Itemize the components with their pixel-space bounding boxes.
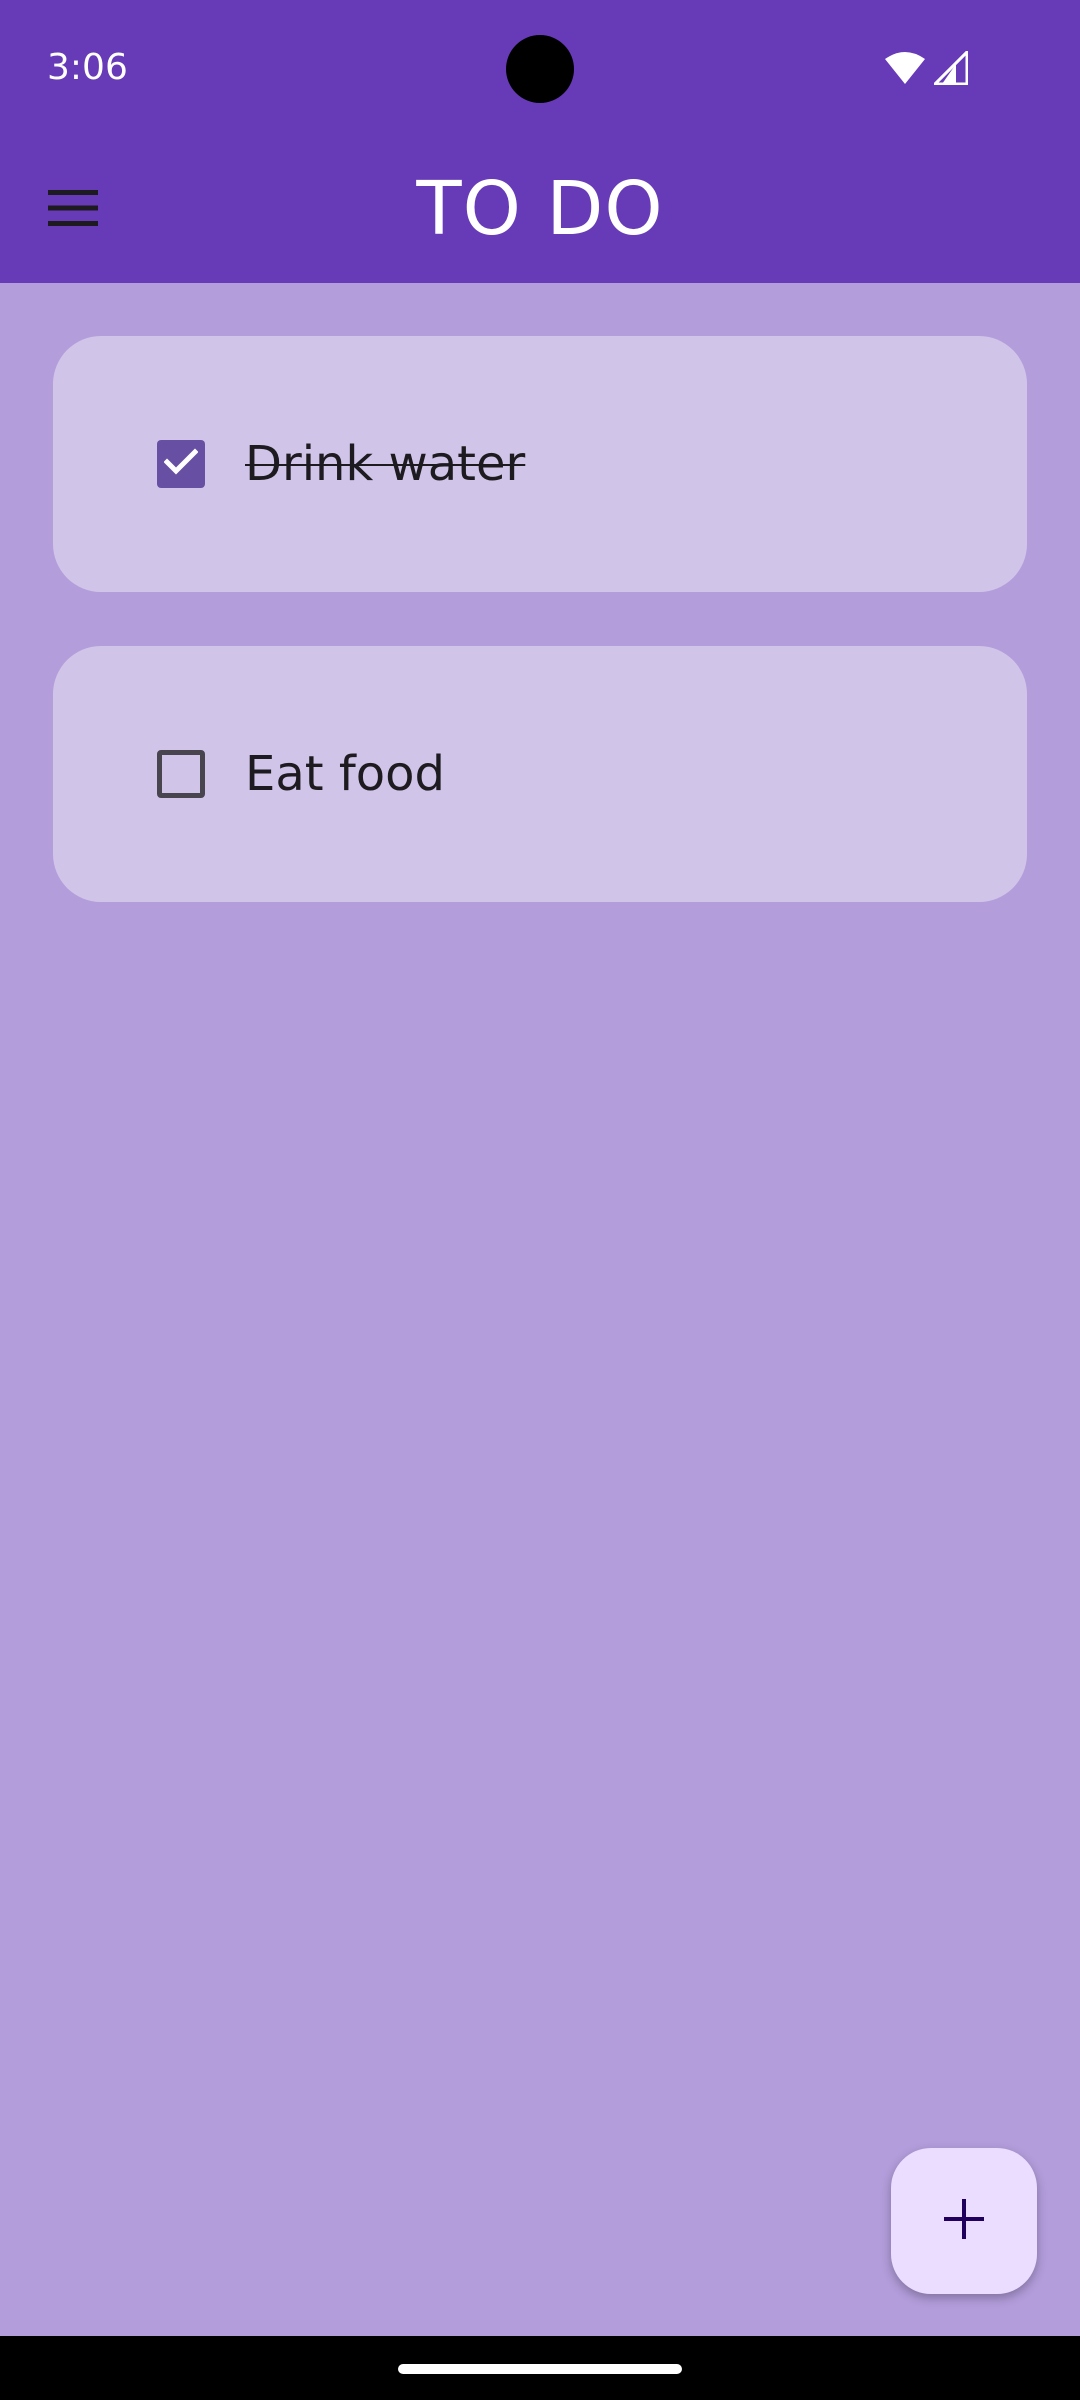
add-task-button[interactable] [891,2148,1037,2294]
plus-icon [944,2199,984,2243]
task-card-eat-food[interactable]: Eat food [53,646,1027,902]
camera-cutout [506,35,574,103]
app-bar: TO DO [0,135,1080,283]
wifi-icon [884,51,926,85]
task-list: Drink water Eat food [53,336,1027,956]
checkmark-icon [163,448,199,480]
task-card-drink-water[interactable]: Drink water [53,336,1027,592]
home-handle[interactable] [398,2364,682,2374]
task-checkbox[interactable] [157,750,205,798]
navigation-bar [0,2336,1080,2400]
page-title: TO DO [416,166,664,252]
task-label: Drink water [245,436,526,492]
status-icons [884,50,968,86]
task-checkbox[interactable] [157,440,205,488]
status-bar: 3:06 [0,0,1080,135]
cell-signal-icon [934,51,968,85]
status-time: 3:06 [47,47,128,88]
task-label: Eat food [245,746,445,802]
